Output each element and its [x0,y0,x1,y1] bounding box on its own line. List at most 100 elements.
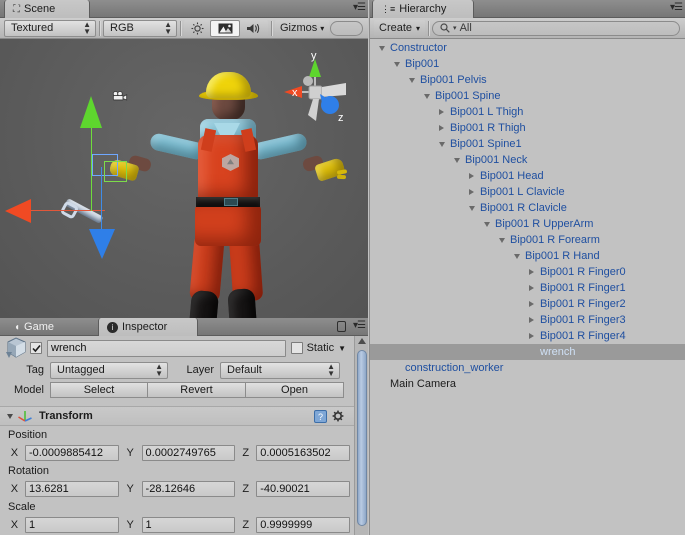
inspector-scrollbar-thumb[interactable] [357,350,367,526]
hierarchy-panel-menu-icon[interactable]: ▾☰ [670,2,683,13]
hierarchy-item-bip001-r-finger1[interactable]: Bip001 R Finger1 [370,280,685,296]
inspector-panel-menu-icon[interactable]: ▾☰ [353,320,366,331]
hierarchy-item-bip001-head[interactable]: Bip001 Head [370,168,685,184]
hierarchy-item-bip001-pelvis[interactable]: Bip001 Pelvis [370,72,685,88]
model-open-button[interactable]: Open [246,382,344,398]
model-revert-button[interactable]: Revert [148,382,246,398]
hierarchy-item-label: Bip001 [405,58,440,70]
chevron-down-icon[interactable] [451,157,462,163]
gizmos-dropdown[interactable]: Gizmos ▾ [275,19,330,37]
chevron-down-icon[interactable] [376,45,387,51]
hierarchy-item-bip001-r-clavicle[interactable]: Bip001 R Clavicle [370,200,685,216]
image-icon[interactable] [210,19,240,37]
chevron-down-icon[interactable] [391,61,402,67]
hierarchy-item-main-camera[interactable]: Main Camera [370,376,685,392]
create-dropdown[interactable]: Create ▾ [374,19,426,37]
hierarchy-item-bip001-r-finger4[interactable]: Bip001 R Finger4 [370,328,685,344]
character-belt-buckle [224,198,238,206]
scale-x-input[interactable]: 1 [24,516,119,533]
orient-z-ball[interactable] [321,96,339,114]
chevron-right-icon[interactable] [466,173,477,179]
enabled-checkbox[interactable] [30,342,42,354]
help-icon[interactable]: ? [314,409,327,423]
transform-foldout[interactable] [7,413,13,419]
chevron-down-icon[interactable] [406,77,417,83]
position-x-label: X [10,446,19,459]
scale-z-input[interactable]: 0.9999999 [256,516,350,533]
hierarchy-item-bip001-r-hand[interactable]: Bip001 R Hand [370,248,685,264]
hierarchy-item-bip001-r-upperarm[interactable]: Bip001 R UpperArm [370,216,685,232]
orient-neg-x-cone[interactable] [322,83,346,97]
hierarchy-item-construction-worker[interactable]: construction_worker [370,360,685,376]
hierarchy-item-constructor[interactable]: Constructor [370,40,685,56]
hierarchy-item-bip001-l-clavicle[interactable]: Bip001 L Clavicle [370,184,685,200]
hierarchy-item-bip001-r-finger3[interactable]: Bip001 R Finger3 [370,312,685,328]
scene-search-input[interactable] [330,20,363,36]
hierarchy-item-bip001-r-thigh[interactable]: Bip001 R Thigh [370,120,685,136]
lock-icon[interactable] [337,321,346,332]
chevron-down-icon[interactable] [481,221,492,227]
info-icon: i [107,321,118,333]
chevron-right-icon[interactable] [466,189,477,195]
chevron-right-icon[interactable] [526,317,537,323]
scroll-up-arrow-icon[interactable] [358,338,366,344]
tab-inspector[interactable]: i Inspector [98,318,198,336]
hierarchy-toolbar: Create ▾ ▾ All [370,18,685,39]
scale-y-input[interactable]: 1 [141,516,236,533]
chevron-right-icon[interactable] [436,109,447,115]
camera-icon[interactable] [112,91,128,101]
hierarchy-item-bip001-r-finger2[interactable]: Bip001 R Finger2 [370,296,685,312]
scene-orientation-gizmo[interactable]: x y z [276,53,354,131]
rotation-y-label: Y [126,482,134,495]
hierarchy-item-bip001-r-finger0[interactable]: Bip001 R Finger0 [370,264,685,280]
orient-back-knob[interactable] [303,76,313,86]
hierarchy-item-bip001-l-thigh[interactable]: Bip001 L Thigh [370,104,685,120]
chevron-right-icon[interactable] [436,125,447,131]
rotation-z-input[interactable]: -40.90021 [256,480,350,497]
hierarchy-item-bip001[interactable]: Bip001 [370,56,685,72]
inspector-scrollbar[interactable] [354,336,368,535]
gear-icon[interactable] [332,410,346,423]
chevron-right-icon[interactable] [526,269,537,275]
tab-game[interactable]: ◖ Game [6,318,63,336]
chevron-down-icon[interactable] [496,237,507,243]
chevron-down-icon[interactable] [511,253,522,259]
rotation-x-input[interactable]: 13.6281 [24,480,119,497]
tab-scene[interactable]: ⛶ Scene [4,0,90,18]
tag-dropdown[interactable]: Untagged ▲ ▼ [50,361,168,379]
hierarchy-item-bip001-neck[interactable]: Bip001 Neck [370,152,685,168]
speaker-icon[interactable] [240,19,268,37]
orient-neg-y-cone[interactable] [308,99,319,121]
scene-viewport[interactable]: x y z [0,39,368,318]
chevron-down-icon[interactable] [466,205,477,211]
rotation-y-input[interactable]: -28.12646 [141,480,236,497]
chevron-down-icon[interactable]: ▼ [338,344,346,353]
position-y-input[interactable]: 0.0002749765 [141,444,236,461]
model-select-button[interactable]: Select [50,382,148,398]
position-x-input[interactable]: -0.0009885412 [24,444,119,461]
hierarchy-item-bip001-spine1[interactable]: Bip001 Spine1 [370,136,685,152]
scale-y-label: Y [126,518,134,531]
hierarchy-item-bip001-r-forearm[interactable]: Bip001 R Forearm [370,232,685,248]
image-glyph [218,23,232,33]
hierarchy-search-input[interactable]: ▾ All [432,20,680,36]
chevron-down-icon[interactable] [436,141,447,147]
render-mode-dropdown[interactable]: RGB ▲ ▼ [103,19,177,37]
chevron-right-icon[interactable] [526,301,537,307]
orient-x-label: x [292,87,298,99]
position-z-input[interactable]: 0.0005163502 [256,444,350,461]
hierarchy-item-bip001-spine[interactable]: Bip001 Spine [370,88,685,104]
chevron-right-icon[interactable] [526,285,537,291]
chevron-right-icon[interactable] [526,333,537,339]
hierarchy-tree[interactable]: Constructor Bip001 Bip001 Pelvis Bip001 Spi… [370,40,685,535]
scene-panel-menu-icon[interactable]: ▾☰ [353,2,366,13]
tab-hierarchy[interactable]: ⋮≡ Hierarchy [372,0,474,18]
object-name-input[interactable]: wrench [47,339,286,357]
toolbar-divider [428,20,430,36]
static-checkbox[interactable] [290,342,303,354]
hierarchy-item-wrench[interactable]: wrench [370,344,685,360]
draw-mode-dropdown[interactable]: Textured ▲ ▼ [4,19,96,37]
layer-dropdown[interactable]: Default ▲ ▼ [220,361,340,379]
chevron-down-icon[interactable] [421,93,432,99]
sun-icon[interactable] [184,19,210,37]
